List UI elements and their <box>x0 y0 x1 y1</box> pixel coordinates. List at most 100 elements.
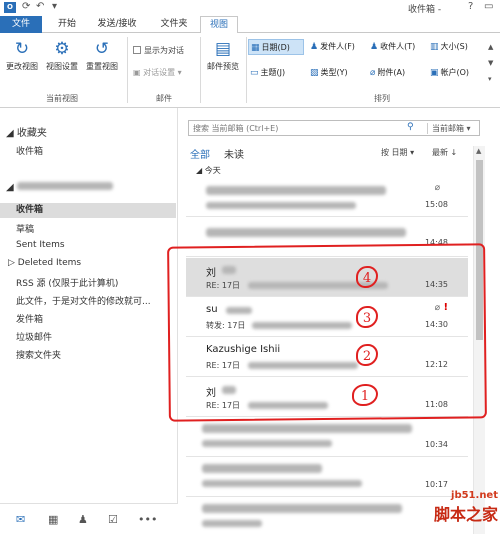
favorites-inbox[interactable]: 收件箱 <box>16 144 43 157</box>
search-icon[interactable]: ⚲ <box>407 122 414 132</box>
redacted-account-name <box>16 182 113 190</box>
account-header[interactable]: ◢ <box>6 182 113 193</box>
checkbox-box <box>133 46 141 54</box>
module-switcher: ✉ ▦ ♟ ☑ ••• <box>0 503 178 534</box>
redacted-sender <box>206 228 406 237</box>
tasks-icon[interactable]: ☑ <box>108 513 118 526</box>
collapse-arrow-icon: ◢ <box>6 128 17 139</box>
people-icon[interactable]: ♟ <box>78 513 88 526</box>
annotation-highlight-box <box>167 243 487 422</box>
tab-view[interactable]: 视图 <box>200 16 238 34</box>
calendar-icon[interactable]: ▦ <box>48 513 58 526</box>
arrange-by-type[interactable]: ▧ 类型(Y) <box>308 65 366 81</box>
arrange-by-to[interactable]: ♟ 收件人(T) <box>368 39 426 55</box>
folder-rss[interactable]: RSS 源 (仅限于此计算机) <box>16 276 118 289</box>
redacted-subject <box>202 520 262 527</box>
send-receive-icon[interactable]: ⟳ <box>22 1 30 12</box>
reset-view-button[interactable]: ↺ 重置视图 <box>82 39 122 72</box>
people-icon: ♟ <box>370 42 379 52</box>
person-icon: ♟ <box>310 42 319 52</box>
paperclip-icon: ⌀ <box>434 183 440 193</box>
arrange-by-attachments[interactable]: ⌀ 附件(A) <box>368 65 426 81</box>
sort-by-dropdown[interactable]: 按 日期 ▾ <box>381 147 414 158</box>
gallery-down-icon[interactable]: ▼ <box>488 59 493 67</box>
group-label-current-view: 当前视图 <box>46 94 78 103</box>
gallery-up-icon[interactable]: ▲ <box>488 43 493 51</box>
message-time: 10:17 <box>424 480 448 489</box>
tab-file[interactable]: 文件 <box>0 16 42 33</box>
folder-drafts[interactable]: 草稿 <box>16 222 34 235</box>
redacted-subject <box>202 440 332 447</box>
list-item[interactable]: 10:34 <box>186 418 468 457</box>
folder-conflicts[interactable]: 此文件，于是对文件的修改就可... <box>16 294 151 307</box>
mail-icon[interactable]: ✉ <box>16 513 25 526</box>
gear-icon: ⚙ <box>54 39 70 59</box>
watermark-logo: jb51.net 脚本之家 <box>400 490 498 534</box>
reset-icon: ↺ <box>94 39 110 59</box>
watermark-name: 脚本之家 <box>433 505 498 524</box>
favorites-header[interactable]: ◢ 收藏夹 <box>6 124 47 139</box>
more-icon[interactable]: ••• <box>138 513 157 526</box>
type-icon: ▧ <box>310 68 319 78</box>
arrange-by-from[interactable]: ♟ 发件人(F) <box>308 39 366 55</box>
arrange-by-account[interactable]: ▣ 帐户(O) <box>428 65 484 81</box>
outlook-app-icon: O <box>4 2 16 13</box>
search-box[interactable]: 搜索 当前邮箱 (Ctrl+E) ⚲ 当前邮箱 ▾ <box>188 120 480 136</box>
quick-access-dropdown-icon[interactable]: ▾ <box>52 1 57 12</box>
collapse-arrow-icon: ◢ <box>6 182 17 193</box>
arrange-by-size[interactable]: ▥ 大小(S) <box>428 39 484 55</box>
redacted-sender <box>206 186 386 195</box>
conversation-settings-icon: ▣ <box>133 68 144 77</box>
gallery-more-icon[interactable]: ▾ <box>488 75 492 83</box>
conversation-settings-button[interactable]: ▣ 对话设置 ▾ <box>133 67 182 78</box>
collapse-arrow-icon: ◢ <box>196 166 205 175</box>
watermark-site: jb51.net <box>451 490 498 501</box>
folder-deleted-items[interactable]: ▷ Deleted Items <box>8 258 81 268</box>
redacted-subject <box>202 480 362 487</box>
show-as-conversations-checkbox[interactable]: 显示为对话 <box>133 45 184 56</box>
sort-order-toggle[interactable]: 最新 ↓ <box>432 147 457 158</box>
view-settings-button[interactable]: ⚙ 视图设置 <box>42 39 82 72</box>
folder-sent-items[interactable]: Sent Items <box>16 240 65 250</box>
redacted-sender <box>202 464 322 473</box>
change-view-button[interactable]: ↻ 更改视图 <box>2 39 42 72</box>
ribbon: ↻ 更改视图 ⚙ 视图设置 ↺ 重置视图 当前视图 显示为对话 ▣ 对话设置 ▾… <box>0 33 500 108</box>
ribbon-tabs: 文件 开始 发送/接收 文件夹 视图 <box>0 16 500 34</box>
reading-preview-button[interactable]: ▤ 邮件预览 <box>202 39 244 72</box>
redacted-subject <box>206 202 356 209</box>
restore-ribbon-button[interactable]: ▭ <box>484 1 493 12</box>
message-time: 15:08 <box>424 200 448 209</box>
ribbon-separator <box>200 37 201 103</box>
window-title: 收件箱 - <box>408 5 442 15</box>
list-item[interactable]: ⌀ 15:08 <box>186 178 468 217</box>
folder-outbox[interactable]: 发件箱 <box>16 312 43 325</box>
account-icon: ▣ <box>430 68 439 78</box>
redacted-sender <box>202 504 402 513</box>
folder-search-folders[interactable]: 搜索文件夹 <box>16 348 61 361</box>
search-input[interactable]: 搜索 当前邮箱 (Ctrl+E) <box>193 123 278 134</box>
folder-junk[interactable]: 垃圾邮件 <box>16 330 52 343</box>
calendar-icon: ▦ <box>251 43 260 53</box>
redacted-sender <box>202 424 412 433</box>
filter-all[interactable]: 全部 <box>190 146 210 161</box>
ribbon-separator <box>127 37 128 103</box>
folder-inbox[interactable]: 收件箱 <box>0 203 176 218</box>
tab-folder[interactable]: 文件夹 <box>152 16 196 33</box>
search-scope-dropdown[interactable]: 当前邮箱 ▾ <box>427 123 471 134</box>
message-time: 10:34 <box>424 440 448 449</box>
tab-send-receive[interactable]: 发送/接收 <box>88 16 146 33</box>
help-button[interactable]: ? <box>468 1 473 12</box>
group-label-arrangement: 排列 <box>374 94 390 103</box>
arrange-by-date[interactable]: ▦ 日期(D) <box>248 39 304 55</box>
preview-pane-icon: ▤ <box>214 39 232 59</box>
group-label-messages: 邮件 <box>156 94 172 103</box>
group-header-today[interactable]: ◢ 今天 <box>196 165 221 176</box>
undo-icon[interactable]: ↶ <box>36 1 44 12</box>
expand-arrow-icon: ▷ <box>8 258 18 268</box>
tab-home[interactable]: 开始 <box>50 16 84 33</box>
filter-unread[interactable]: 未读 <box>224 146 244 161</box>
subject-icon: ▭ <box>250 68 259 78</box>
arrange-by-subject[interactable]: ▭ 主题(J) <box>248 65 304 81</box>
paperclip-icon: ⌀ <box>370 68 376 78</box>
scroll-up-icon[interactable]: ▲ <box>476 147 481 155</box>
